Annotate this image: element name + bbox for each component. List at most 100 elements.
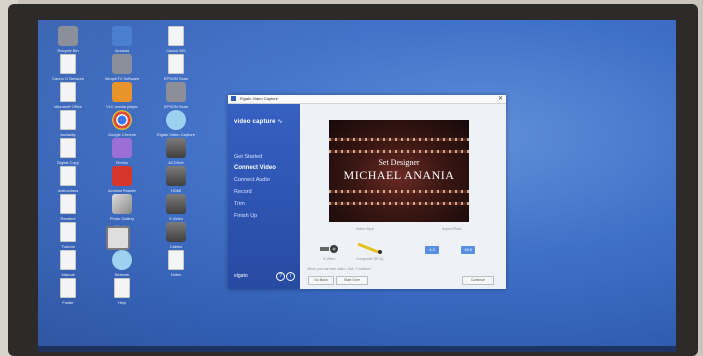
preview-caption-name: MICHAEL ANANIA (343, 168, 455, 182)
desktop-icon-label: Google Chrome (107, 132, 137, 137)
network-icon (112, 250, 132, 270)
theater-balcony (329, 138, 469, 141)
s-video-connector-icon[interactable] (320, 245, 342, 253)
window-title: Elgato Video Capture (240, 96, 278, 101)
close-icon[interactable]: ✕ (498, 95, 503, 102)
info-icon[interactable]: i (286, 272, 295, 281)
desktop-icon-label: Acrobat Reader (107, 188, 136, 193)
desktop-icon[interactable]: Cables (152, 222, 200, 249)
video-preview: Set Designer MICHAEL ANANIA (329, 120, 469, 222)
desktop-icon-label: S-Video (168, 216, 184, 221)
document-icon (60, 166, 76, 186)
desktop-icon[interactable]: Readme (44, 194, 92, 221)
desktop-icon[interactable]: Digital Copy (44, 138, 92, 165)
desktop-icon[interactable]: Google Chrome (98, 110, 146, 137)
desktop-icon[interactable]: VLC media player (98, 82, 146, 109)
desktop-icon-label: Tutorial (61, 244, 75, 249)
pdf-icon (112, 166, 132, 186)
chrome-icon (112, 110, 132, 130)
desktop-icon[interactable]: Photo Gallery (98, 194, 146, 221)
desktop-icon-label: Manual (61, 272, 75, 277)
desktop-icon-label: Microsoft Office (54, 104, 82, 109)
desktop-icon[interactable]: Audacity (44, 110, 92, 137)
theater-balcony (329, 202, 469, 205)
desktop-icon[interactable]: ACDSee (152, 138, 200, 165)
app-icon (231, 96, 236, 101)
desktop-icon-label: Instructions (57, 188, 79, 193)
scanner-icon (166, 82, 186, 102)
continue-button[interactable]: Continue (462, 276, 494, 285)
cable-icon (166, 138, 186, 158)
desktop-icon-label: Photo Gallery (109, 216, 135, 221)
desktop-icon[interactable]: Elgato Video Capture (152, 110, 200, 137)
desktop-icon-label: Recycle Bin (57, 48, 79, 53)
desktop-icon[interactable]: Tutorial (44, 222, 92, 249)
document-icon (60, 138, 76, 158)
step-connect-audio[interactable]: Connect Audio (234, 177, 270, 183)
cable-icon (166, 194, 186, 214)
desktop-icon-label: Canon MG (166, 48, 186, 53)
document-icon (168, 250, 184, 270)
desktop-icon-label: ACDSee (168, 160, 184, 165)
video-input-caption: Video Input (356, 227, 374, 231)
vlc-icon (112, 82, 132, 102)
go-back-button[interactable]: Go Back (308, 276, 334, 285)
desktop-icon[interactable]: EPSON Scan (152, 54, 200, 81)
desktop-icon[interactable]: Instructions (44, 166, 92, 193)
instruction-text: When you can see video, click "Continue"… (307, 267, 373, 271)
step-record[interactable]: Record (234, 189, 252, 195)
document-icon (60, 250, 76, 270)
elgato-logo: elgato (234, 273, 248, 279)
desktop-icon[interactable]: Recycle Bin (44, 26, 92, 53)
desktop-icon-label: VLC media player (106, 104, 138, 109)
desktop-icon-label: Folder (62, 300, 74, 305)
start-over-button[interactable]: Start Over (336, 276, 368, 285)
composite-connector-icon[interactable] (356, 242, 386, 254)
desktop-icon[interactable]: EPSON Scan (152, 82, 200, 109)
desktop-icon[interactable]: Canon MG (152, 26, 200, 53)
desktop-icon-label: Cables (169, 244, 183, 249)
document-icon (60, 194, 76, 214)
desktop-icon[interactable]: HDMI (152, 166, 200, 193)
desktop-icon[interactable]: Notes (152, 250, 200, 277)
desktop-icon[interactable]: SimpleTV Software (98, 54, 146, 81)
desktop-icon[interactable]: S-Video (152, 194, 200, 221)
step-trim[interactable]: Trim (234, 201, 245, 207)
document-icon (60, 110, 76, 130)
desktop: Recycle Bin Acrobat Canon MG Canon IJ Netwo… (38, 20, 676, 352)
recycle-bin-icon (58, 26, 78, 46)
preview-caption-role: Set Designer (378, 158, 420, 167)
app-icon (112, 54, 132, 74)
step-finish-up[interactable]: Finish Up (234, 213, 257, 219)
desktop-icon[interactable]: Acrobat Reader (98, 166, 146, 193)
desktop-icon[interactable]: Network (98, 250, 146, 277)
document-icon (168, 54, 184, 74)
desktop-icon[interactable]: Canon IJ Network (44, 54, 92, 81)
aspect-4-3-button[interactable]: 4:3 (425, 246, 439, 254)
steps-sidebar: video capture ∿ Get Started Connect Vide… (228, 104, 300, 289)
desktop-icon[interactable]: Manual (44, 250, 92, 277)
aspect-16-9-button[interactable]: 16:9 (461, 246, 475, 254)
taskbar[interactable] (38, 346, 676, 352)
desktop-icon-label: EPSON Scan (163, 104, 189, 109)
desktop-icon-label: Readme (60, 216, 76, 221)
acrobat-icon (112, 26, 132, 46)
composite-label: Composite (RCA) (356, 257, 384, 261)
window-titlebar: Elgato Video Capture ✕ (228, 95, 506, 104)
step-connect-video[interactable]: Connect Video (234, 165, 276, 171)
desktop-icon-label: Firefox (115, 160, 129, 165)
desktop-icon[interactable]: Help (98, 278, 146, 305)
document-icon (60, 222, 76, 242)
desktop-icon[interactable]: Microsoft Office (44, 82, 92, 109)
desktop-icon[interactable]: Acrobat (98, 26, 146, 53)
help-icon[interactable]: ? (276, 272, 285, 281)
desktop-icon[interactable]: Folder (44, 278, 92, 305)
document-icon (168, 26, 184, 46)
desktop-icon[interactable]: Monitor (98, 222, 146, 250)
brand-logo: video capture ∿ (234, 118, 283, 125)
desktop-icon-label: Notes (170, 272, 182, 277)
theater-balcony (329, 150, 469, 153)
desktop-icon[interactable]: Firefox (98, 138, 146, 165)
document-icon (60, 82, 76, 102)
step-get-started[interactable]: Get Started (234, 154, 262, 160)
